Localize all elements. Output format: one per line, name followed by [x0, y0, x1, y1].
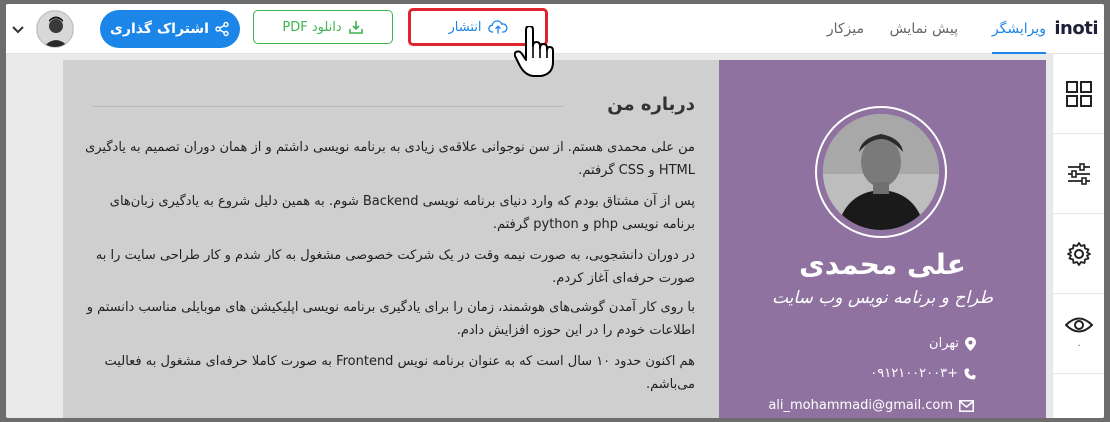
- style-settings-button[interactable]: [1053, 134, 1104, 214]
- grid-icon: [1066, 80, 1092, 107]
- profile-name: علی محمدی: [799, 248, 966, 281]
- user-photo-icon: [37, 11, 73, 47]
- about-section[interactable]: درباره من من علی محمدی هستم. از سن نوجوا…: [63, 60, 719, 418]
- tab-dashboard[interactable]: میزکار: [827, 4, 864, 54]
- settings-button[interactable]: [1053, 214, 1104, 294]
- tab-editor[interactable]: ویرایشگر: [991, 4, 1046, 54]
- layout-grid-button[interactable]: [1053, 54, 1104, 134]
- cloud-upload-icon: [487, 20, 508, 34]
- sliders-icon: [1068, 162, 1090, 185]
- about-title: درباره من: [607, 94, 695, 115]
- profile-section[interactable]: علی محمدی طراح و برنامه نویس وب سایت تهر…: [719, 60, 1046, 418]
- about-paragraph: پس از آن مشتاق بودم که وارد دنیای برنامه…: [109, 194, 695, 232]
- about-paragraph: هم اکنون حدود ۱۰ سال است که به عنوان برن…: [104, 354, 695, 392]
- app-window: inoti ویرایشگر پیش نمایش میزکار انتشار د…: [6, 4, 1104, 418]
- profile-city: تهران: [929, 336, 976, 351]
- gear-icon: [1067, 241, 1091, 266]
- share-button[interactable]: اشتراک گذاری: [100, 10, 240, 48]
- envelope-icon: [959, 399, 974, 412]
- about-paragraph: در دوران دانشجویی، به صورت نیمه وقت در ی…: [95, 248, 695, 286]
- email-value: ali_mohammadi@gmail.com: [768, 398, 953, 413]
- visibility-button[interactable]: ۰: [1053, 294, 1104, 374]
- tab-preview[interactable]: پیش نمایش: [890, 4, 958, 54]
- profile-email: ali_mohammadi@gmail.com: [768, 398, 974, 413]
- eye-icon: [1065, 317, 1093, 333]
- profile-photo[interactable]: [823, 114, 939, 230]
- hand-pointer-icon: [514, 26, 554, 77]
- phone-value: +۰۹۱۲۱۰۰۲۰۰۳: [870, 366, 958, 381]
- visibility-count: ۰: [1076, 340, 1082, 351]
- download-icon: [348, 21, 363, 34]
- share-label: اشتراک گذاری: [110, 21, 209, 37]
- profile-phone: +۰۹۱۲۱۰۰۲۰۰۳: [870, 366, 976, 381]
- share-icon: [215, 21, 229, 37]
- publish-label: انتشار: [448, 19, 482, 35]
- right-sidebar: ۰: [1052, 54, 1104, 418]
- phone-icon: [964, 368, 976, 379]
- profile-role: طراح و برنامه نویس وب سایت: [771, 288, 994, 308]
- profile-photo-frame: [815, 106, 947, 238]
- about-paragraph: با روی کار آمدن گوشی‌های هوشمند، زمان را…: [86, 300, 695, 338]
- person-photo-icon: [823, 114, 939, 230]
- chevron-down-icon[interactable]: [10, 21, 26, 37]
- location-pin-icon: [965, 336, 976, 351]
- city-value: تهران: [929, 336, 959, 351]
- about-divider: [93, 106, 563, 107]
- app-logo: inoti: [1054, 18, 1098, 39]
- top-bar: inoti ویرایشگر پیش نمایش میزکار انتشار د…: [6, 4, 1104, 54]
- resume-document: درباره من من علی محمدی هستم. از سن نوجوا…: [63, 60, 1046, 418]
- download-pdf-label: دانلود PDF: [282, 19, 342, 35]
- user-avatar[interactable]: [36, 10, 74, 48]
- about-paragraph: من علی محمدی هستم. از سن نوجوانی علاقه‌ی…: [85, 140, 695, 178]
- download-pdf-button[interactable]: دانلود PDF: [253, 10, 393, 44]
